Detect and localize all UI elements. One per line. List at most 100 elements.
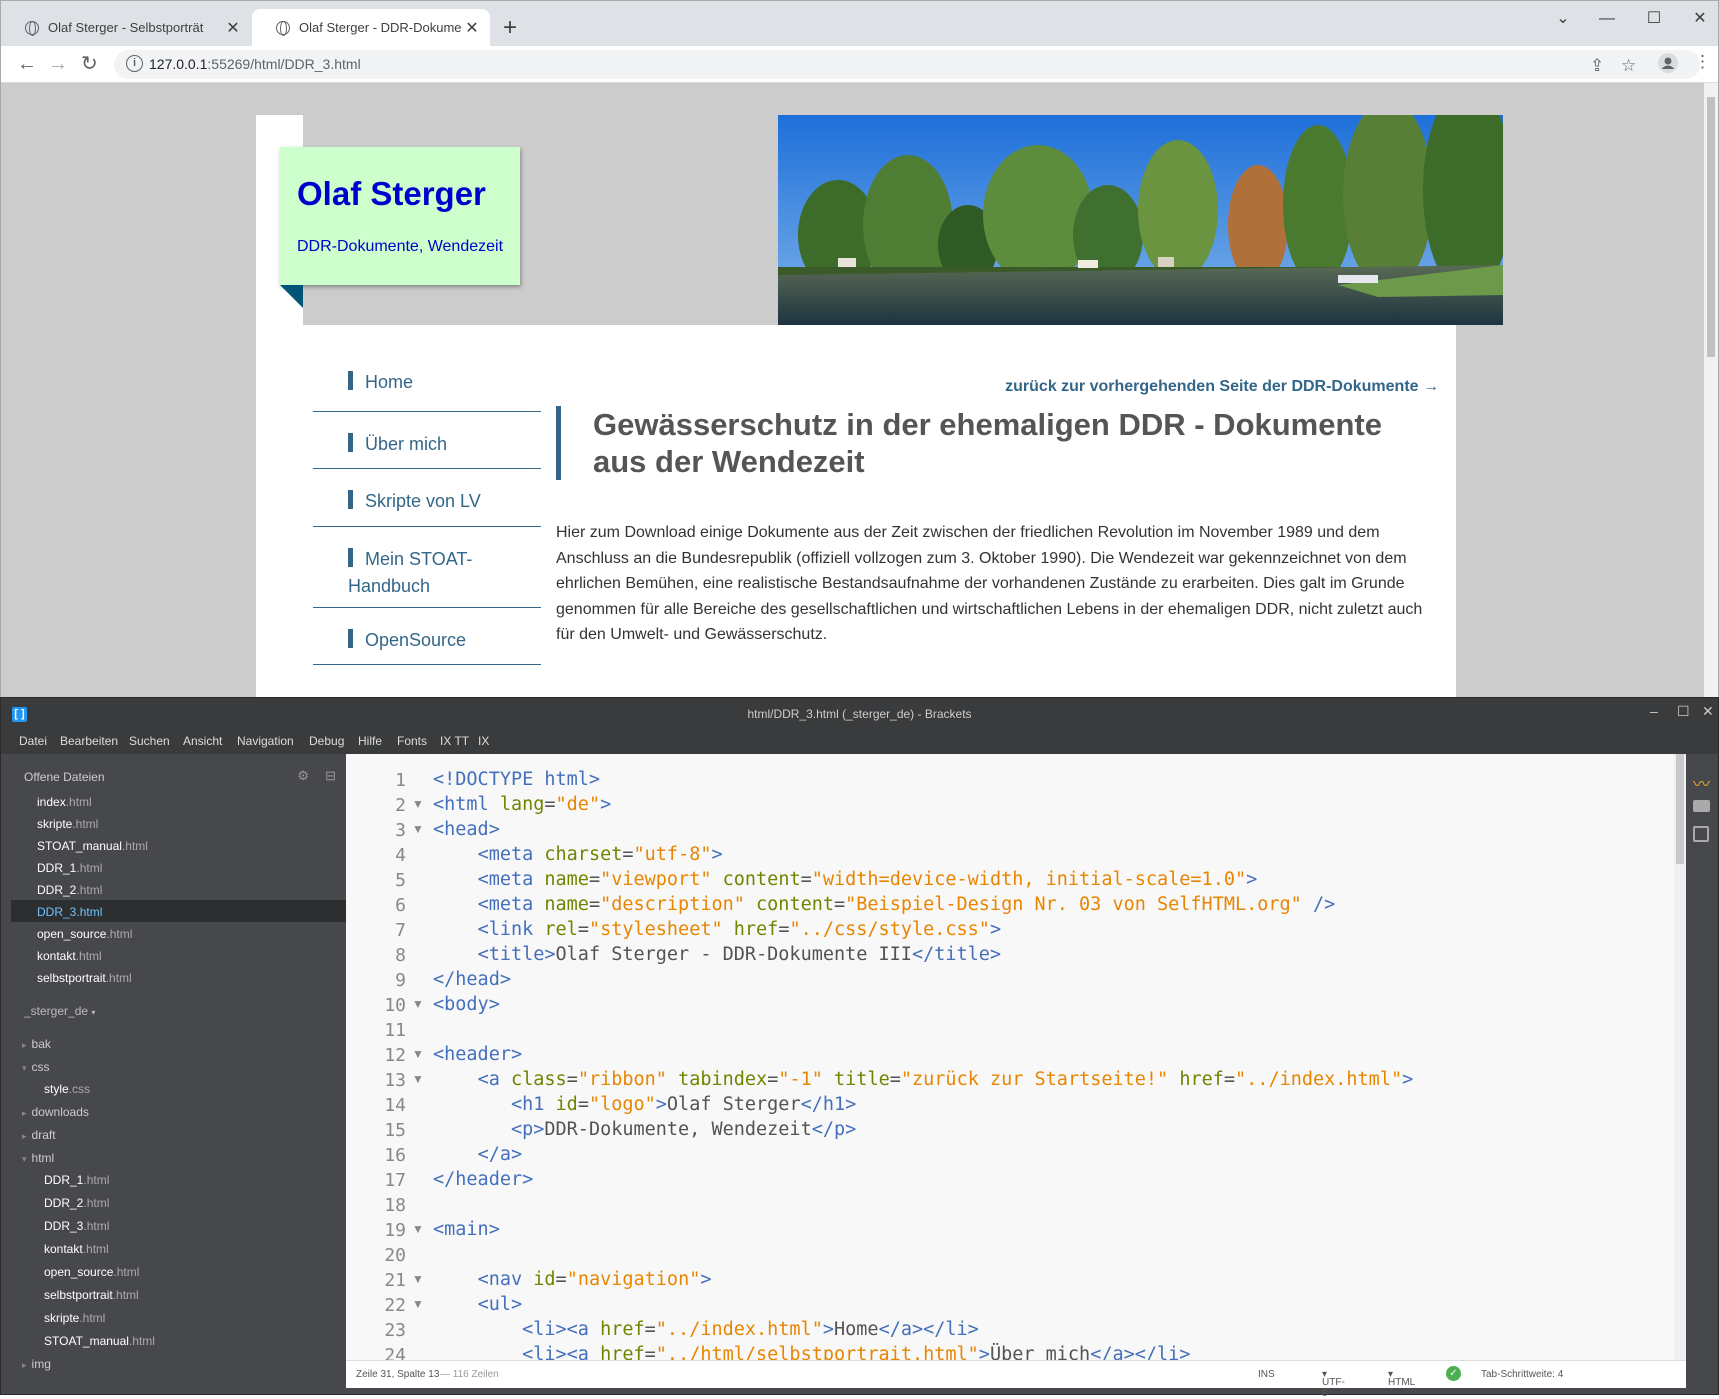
close-window-icon[interactable]: ✕: [1677, 5, 1719, 33]
close-icon[interactable]: ✕: [223, 18, 243, 38]
minimize-icon[interactable]: —: [1584, 5, 1630, 33]
menu-datei[interactable]: Datei: [19, 734, 47, 748]
line-number: 12: [384, 1045, 406, 1066]
tree-file-item[interactable]: DDR_3.html: [44, 1219, 109, 1233]
file-style-css[interactable]: style.css: [44, 1082, 90, 1096]
url-text[interactable]: 127.0.0.1:55269/html/DDR_3.html: [149, 56, 361, 72]
gear-icon[interactable]: ⚙: [297, 768, 309, 784]
tree-file-item[interactable]: kontakt.html: [44, 1242, 109, 1256]
close-icon[interactable]: ✕: [462, 18, 482, 38]
document-icon[interactable]: [1693, 826, 1709, 842]
tree-file-item[interactable]: open_source.html: [44, 1265, 139, 1279]
open-file-item[interactable]: selbstportrait.html: [37, 971, 132, 985]
lint-ok-icon[interactable]: ✓: [1446, 1366, 1461, 1381]
tree-file-item[interactable]: DDR_2.html: [44, 1196, 109, 1210]
menu-ix-tt[interactable]: IX TT: [440, 734, 469, 748]
fold-arrow-icon[interactable]: ▼: [412, 1222, 424, 1236]
fold-arrow-icon[interactable]: ▼: [412, 1297, 424, 1311]
new-tab-button[interactable]: +: [503, 11, 517, 45]
nav-item-home[interactable]: Home: [313, 350, 541, 412]
nav-item-ueber-mich[interactable]: Über mich: [313, 412, 541, 469]
open-file-item[interactable]: skripte.html: [37, 817, 98, 831]
project-dropdown[interactable]: _sterger_de ▾: [24, 1004, 95, 1018]
fold-arrow-icon[interactable]: ▼: [412, 797, 424, 811]
nav-item-stoat-handbuch[interactable]: Mein STOAT- Handbuch: [313, 527, 541, 608]
menu-suchen[interactable]: Suchen: [129, 734, 170, 748]
menu-bearbeiten[interactable]: Bearbeiten: [60, 734, 118, 748]
tree-file-item[interactable]: STOAT_manual.html: [44, 1334, 155, 1348]
brackets-window: [ ] html/DDR_3.html (_sterger_de) - Brac…: [0, 697, 1719, 1399]
tab-ddr-dokumente[interactable]: Olaf Sterger - DDR-Dokumente III ✕: [252, 9, 490, 46]
open-file-item[interactable]: kontakt.html: [37, 949, 102, 963]
menu-ix[interactable]: IX: [478, 734, 489, 748]
menu-ansicht[interactable]: Ansicht: [183, 734, 222, 748]
page-heading: Gewässerschutz in der ehemaligen DDR - D…: [593, 407, 1382, 479]
share-icon[interactable]: ⇪: [1590, 56, 1604, 76]
open-file-item[interactable]: DDR_1.html: [37, 861, 102, 875]
encoding-select[interactable]: UTF-8 ▾: [1322, 1369, 1345, 1399]
logo-ribbon-link[interactable]: Olaf Sterger DDR-Dokumente, Wendezeit: [280, 147, 520, 285]
scrollbar-thumb[interactable]: [1676, 754, 1684, 864]
menu-debug[interactable]: Debug: [309, 734, 344, 748]
tree-file-item[interactable]: selbstportrait.html: [44, 1288, 139, 1302]
reload-icon[interactable]: ↻: [81, 52, 98, 76]
fold-arrow-icon[interactable]: ▼: [412, 822, 424, 836]
tab-width[interactable]: Tab-Schrittweite: 4: [1481, 1369, 1563, 1380]
folder-img[interactable]: ▸ img: [22, 1357, 51, 1371]
open-file-item[interactable]: DDR_2.html: [37, 883, 102, 897]
info-icon[interactable]: i: [126, 55, 143, 72]
brackets-window-title: html/DDR_3.html (_sterger_de) - Brackets: [747, 707, 972, 721]
menu-navigation[interactable]: Navigation: [237, 734, 294, 748]
tree-file-item[interactable]: DDR_1.html: [44, 1173, 109, 1187]
fold-arrow-icon[interactable]: ▼: [412, 1047, 424, 1061]
menu-hilfe[interactable]: Hilfe: [358, 734, 382, 748]
editor-scrollbar[interactable]: [1674, 754, 1686, 1360]
open-file-item[interactable]: STOAT_manual.html: [37, 839, 148, 853]
tab-search-icon[interactable]: ⌄: [1540, 5, 1586, 33]
star-icon[interactable]: ☆: [1621, 56, 1636, 76]
tree-file-item[interactable]: skripte.html: [44, 1311, 105, 1325]
cursor-position[interactable]: Zeile 31, Spalte 13: [356, 1369, 439, 1380]
open-file-item[interactable]: open_source.html: [37, 927, 132, 941]
folder-downloads[interactable]: ▸ downloads: [22, 1105, 89, 1119]
code-line: <a class="ribbon" tabindex="-1" title="z…: [477, 1069, 1414, 1090]
maximize-icon[interactable]: ☐: [1631, 5, 1677, 33]
folder-css[interactable]: ▾ css: [22, 1060, 50, 1074]
open-file-item-selected[interactable]: DDR_3.html: [37, 905, 102, 919]
scrollbar-thumb[interactable]: [1707, 97, 1715, 357]
nav-item-skripte[interactable]: Skripte von LV: [313, 469, 541, 527]
folder-draft[interactable]: ▸ draft: [22, 1128, 56, 1142]
code-editor[interactable]: 1 <!DOCTYPE html> 2 ▼ <html lang="de"> 3 ▼ <h…: [346, 754, 1686, 1360]
code-line: </a>: [477, 1144, 523, 1165]
code-line: <ul>: [477, 1294, 523, 1315]
code-line: </head>: [433, 969, 511, 990]
folder-bak[interactable]: ▸ bak: [22, 1037, 51, 1051]
fold-arrow-icon[interactable]: ▼: [412, 997, 424, 1011]
forward-arrow-icon[interactable]: →: [48, 52, 68, 76]
address-bar[interactable]: i 127.0.0.1:55269/html/DDR_3.html ⇪ ☆: [114, 50, 1700, 79]
page-scrollbar[interactable]: [1704, 83, 1718, 697]
ribbon-fold: [280, 285, 303, 308]
menu-fonts[interactable]: Fonts: [397, 734, 427, 748]
open-file-item[interactable]: index.html: [37, 795, 92, 809]
close-window-icon[interactable]: ✕: [1702, 703, 1714, 720]
nav-item-opensource[interactable]: OpenSource: [313, 608, 541, 665]
maximize-icon[interactable]: ☐: [1677, 703, 1690, 720]
minimize-icon[interactable]: –: [1650, 703, 1658, 719]
tab-title: Olaf Sterger - DDR-Dokumente III: [299, 20, 462, 35]
folder-html[interactable]: ▾ html: [22, 1151, 54, 1165]
back-link[interactable]: zurück zur vorhergehenden Seite der DDR-…: [1005, 378, 1439, 396]
browser-toolbar: ← → ↻ i 127.0.0.1:55269/html/DDR_3.html …: [1, 46, 1718, 83]
menu-dots-icon[interactable]: ⋮: [1694, 52, 1711, 72]
live-preview-icon[interactable]: 〰: [1693, 770, 1710, 795]
language-select[interactable]: HTML ▾: [1388, 1369, 1415, 1388]
tab-selbstportrait[interactable]: Olaf Sterger - Selbstporträt ✕: [1, 9, 251, 46]
fold-arrow-icon[interactable]: ▼: [412, 1072, 424, 1086]
extension-icon[interactable]: [1693, 800, 1710, 812]
back-arrow-icon[interactable]: ←: [17, 52, 37, 76]
split-icon[interactable]: ⊟: [325, 768, 336, 784]
insert-mode[interactable]: INS: [1258, 1369, 1275, 1380]
fold-arrow-icon[interactable]: ▼: [412, 1272, 424, 1286]
profile-icon[interactable]: [1658, 53, 1678, 78]
site-logo-title: Olaf Sterger: [297, 175, 486, 212]
